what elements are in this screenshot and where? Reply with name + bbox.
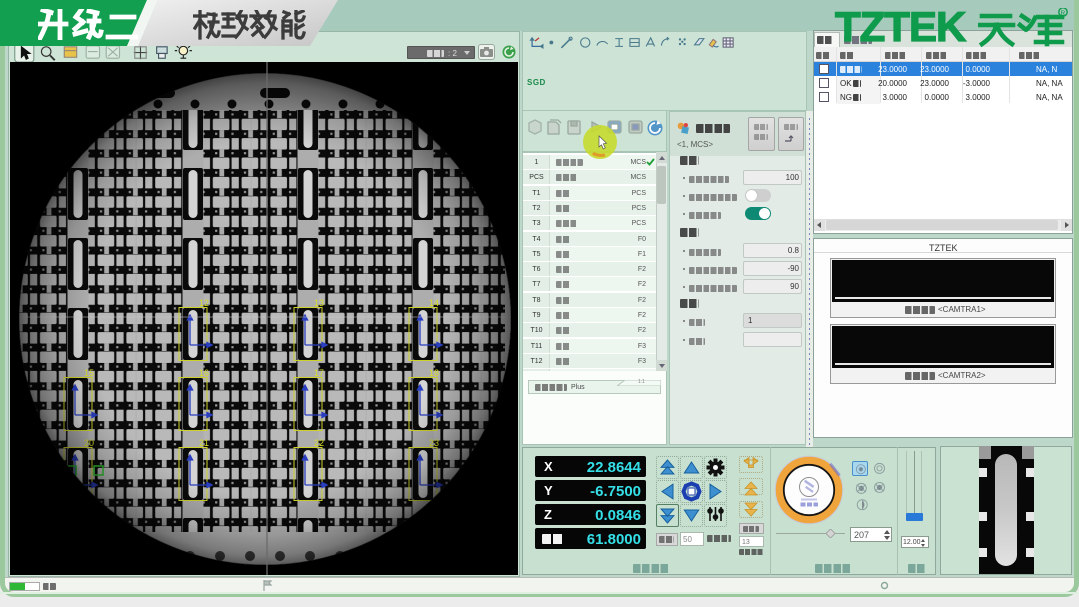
svg-text:R: R <box>1061 10 1066 17</box>
